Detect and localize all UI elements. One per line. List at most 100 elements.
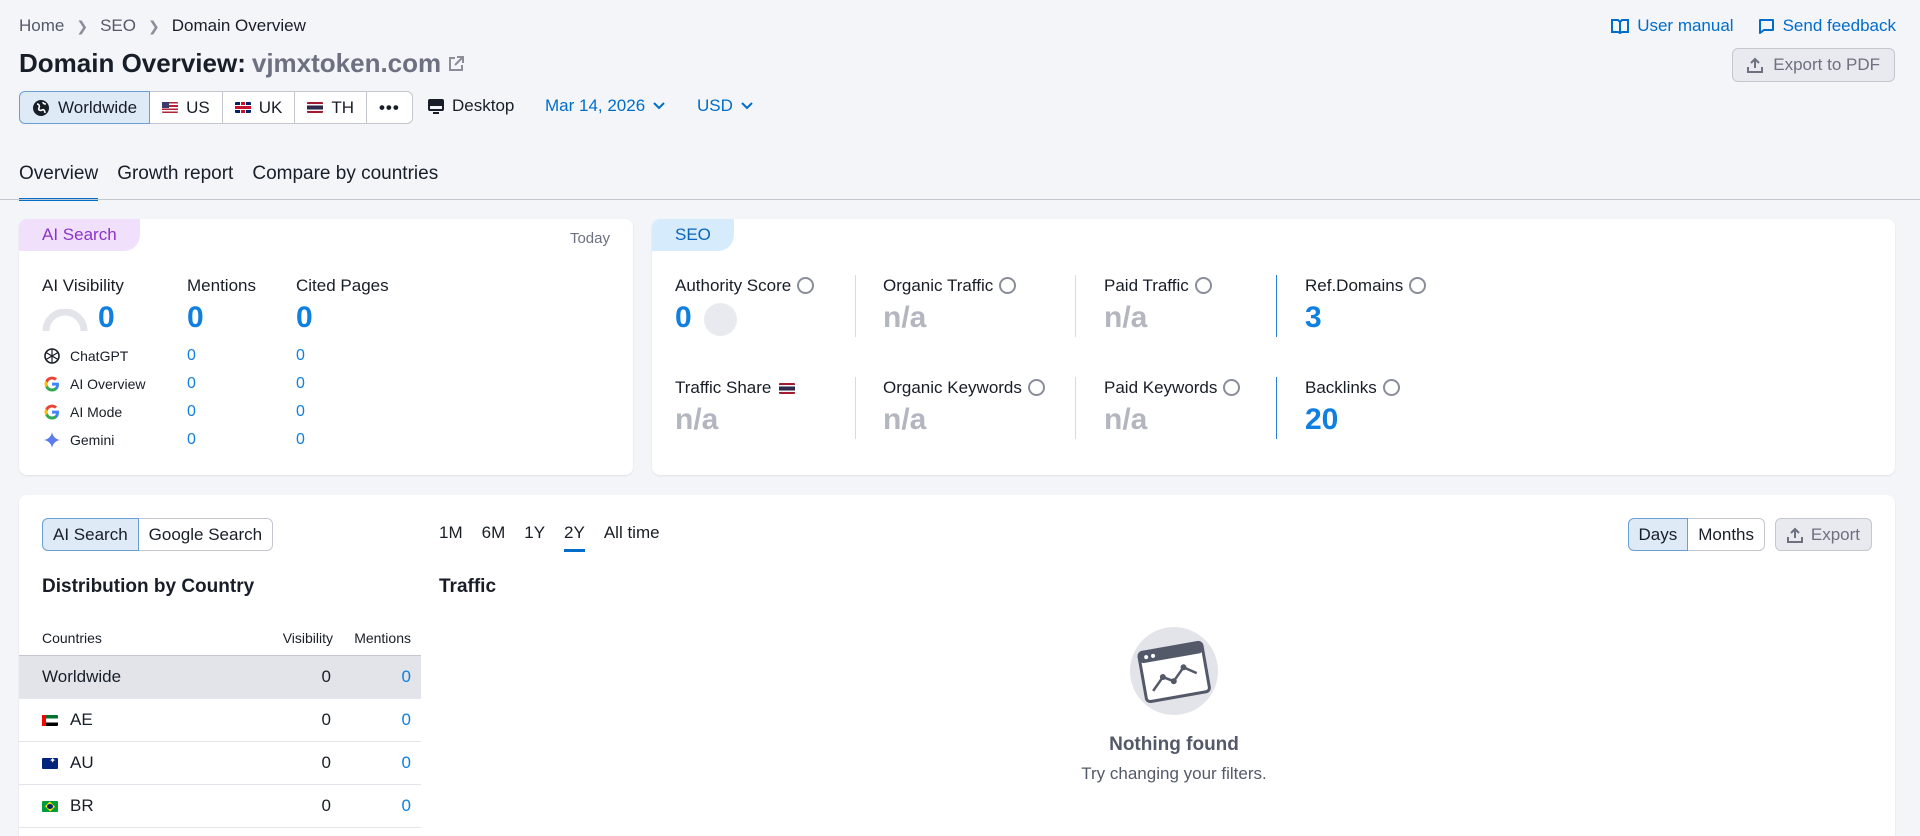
mentions-label: Mentions: [187, 276, 256, 295]
breadcrumb: Home ❯ SEO ❯ Domain Overview: [19, 16, 306, 36]
main-tabs: Overview Growth report Compare by countr…: [19, 163, 438, 201]
platform-name: ChatGPT: [70, 348, 129, 364]
period-1y[interactable]: 1Y: [524, 523, 545, 552]
divider: [1276, 377, 1277, 439]
tab-compare-by-countries[interactable]: Compare by countries: [252, 163, 438, 201]
export-pdf-button[interactable]: Export to PDF: [1732, 48, 1895, 82]
divider: [1276, 275, 1277, 337]
paid-keywords-label: Paid Keywords: [1104, 378, 1241, 398]
ai-search-card: AI Search Today AI Visibility 0 Mentions…: [19, 219, 633, 475]
country-name: Worldwide: [42, 667, 122, 686]
platform-cited[interactable]: 0: [296, 431, 305, 449]
send-feedback-link[interactable]: Send feedback: [1758, 16, 1896, 36]
col-visibility: Visibility: [282, 629, 333, 646]
seo-tag: SEO: [652, 219, 734, 251]
external-link-icon[interactable]: [447, 55, 465, 73]
info-icon[interactable]: [1223, 379, 1241, 396]
ai-visibility-label: AI Visibility: [42, 276, 124, 295]
export-button[interactable]: Export: [1774, 518, 1872, 551]
organic-traffic-label: Organic Traffic: [883, 276, 1017, 296]
info-icon[interactable]: [1027, 379, 1045, 396]
upload-icon: [1747, 57, 1764, 73]
au-flag-icon: [42, 756, 58, 769]
info-icon[interactable]: [999, 277, 1017, 294]
export-label: Export: [1810, 524, 1860, 544]
tab-growth-report[interactable]: Growth report: [117, 163, 233, 201]
distribution-card: AI Search Google Search 1M 6M 1Y 2Y All …: [19, 495, 1895, 836]
mentions-value[interactable]: 0: [187, 301, 204, 335]
region-label: Worldwide: [58, 97, 138, 117]
book-icon: [1611, 19, 1630, 34]
country-visibility: 0: [321, 667, 331, 686]
platform-cited[interactable]: 0: [296, 375, 305, 393]
us-flag-icon: [162, 102, 179, 113]
upload-icon: [1786, 527, 1803, 543]
top-links: User manual Send feedback: [1611, 16, 1896, 36]
region-uk[interactable]: UK: [221, 91, 296, 124]
user-manual-link[interactable]: User manual: [1611, 16, 1734, 36]
country-mentions[interactable]: 0: [402, 753, 411, 773]
country-cell: AE: [42, 710, 93, 730]
info-icon[interactable]: [1409, 277, 1427, 294]
period-6m[interactable]: 6M: [482, 523, 506, 552]
region-selector: Worldwide US UK TH •••: [19, 91, 413, 124]
divider: [855, 377, 856, 439]
tabs-divider: [0, 199, 1920, 200]
source-ai-search[interactable]: AI Search: [42, 518, 139, 551]
granularity-months[interactable]: Months: [1687, 518, 1765, 551]
country-mentions[interactable]: 0: [402, 710, 411, 730]
device-selector[interactable]: Desktop: [428, 96, 514, 116]
source-google-search[interactable]: Google Search: [137, 518, 274, 551]
period-all-time[interactable]: All time: [604, 523, 660, 552]
breadcrumb-seo[interactable]: SEO: [100, 16, 136, 36]
chevron-down-icon: [741, 102, 753, 110]
table-row[interactable]: Worldwide 0 0: [19, 656, 421, 699]
currency-dropdown[interactable]: USD: [697, 96, 753, 116]
distribution-title: Distribution by Country: [42, 576, 255, 597]
table-row[interactable]: AU 0 0: [19, 742, 421, 785]
platform-mentions[interactable]: 0: [187, 403, 196, 421]
info-icon[interactable]: [1382, 379, 1400, 396]
globe-icon: [33, 99, 49, 116]
chevron-down-icon: [653, 102, 665, 110]
backlinks-value[interactable]: 20: [1305, 403, 1338, 437]
authority-score-text: Authority Score: [675, 276, 792, 295]
ref-domains-value[interactable]: 3: [1305, 301, 1322, 335]
region-label: UK: [258, 97, 283, 117]
granularity-days[interactable]: Days: [1627, 518, 1689, 551]
info-icon[interactable]: [797, 277, 815, 294]
page-title: Domain Overview: vjmxtoken.com: [19, 48, 465, 79]
more-regions-button[interactable]: •••: [365, 91, 413, 124]
region-th[interactable]: TH: [294, 91, 367, 124]
send-feedback-label: Send feedback: [1782, 16, 1896, 35]
country-cell: BR: [42, 796, 94, 816]
empty-subtitle: Try changing your filters.: [1081, 764, 1267, 783]
country-mentions[interactable]: 0: [402, 796, 411, 816]
paid-traffic-text: Paid Traffic: [1104, 276, 1189, 295]
table-row[interactable]: AE 0 0: [19, 699, 421, 742]
platform-cited[interactable]: 0: [296, 403, 305, 421]
region-us[interactable]: US: [149, 91, 223, 124]
platform-mentions[interactable]: 0: [187, 347, 196, 365]
device-label: Desktop: [452, 96, 515, 115]
country-mentions[interactable]: 0: [402, 667, 411, 687]
country-visibility: 0: [321, 753, 331, 772]
region-worldwide[interactable]: Worldwide: [19, 91, 151, 124]
table-row[interactable]: BR 0 0: [19, 785, 421, 828]
country-visibility: 0: [321, 710, 331, 729]
cited-pages-value[interactable]: 0: [296, 301, 313, 335]
tab-overview[interactable]: Overview: [19, 163, 99, 201]
period-2y[interactable]: 2Y: [564, 523, 585, 552]
period-1m[interactable]: 1M: [439, 523, 463, 552]
date-dropdown[interactable]: Mar 14, 2026: [545, 96, 665, 116]
breadcrumb-home[interactable]: Home: [19, 16, 64, 36]
platform-mentions[interactable]: 0: [187, 431, 196, 449]
export-pdf-label: Export to PDF: [1773, 55, 1880, 74]
platform-mentions[interactable]: 0: [187, 375, 196, 393]
info-icon[interactable]: [1194, 277, 1212, 294]
page-title-prefix: Domain Overview:: [19, 48, 246, 78]
platform-cited[interactable]: 0: [296, 347, 305, 365]
cited-pages-label: Cited Pages: [296, 276, 389, 295]
currency-label: USD: [697, 96, 733, 115]
comment-icon: [1758, 18, 1774, 34]
